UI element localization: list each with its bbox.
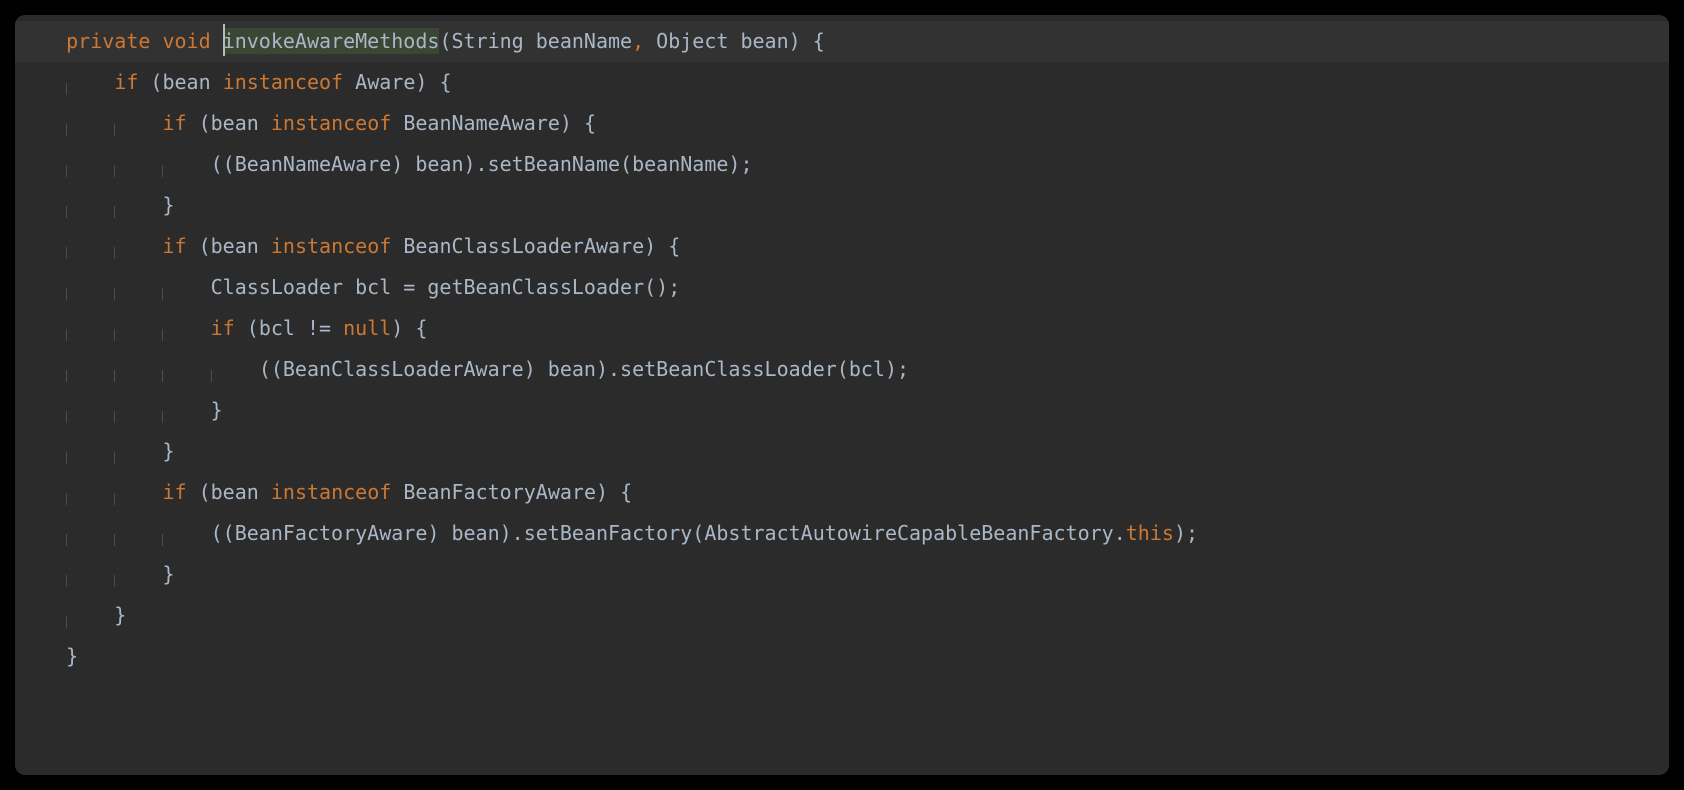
code-line[interactable]: if (bean instanceof BeanFactoryAware) { [15, 472, 1669, 513]
code-line[interactable]: if (bean instanceof BeanClassLoaderAware… [15, 226, 1669, 267]
close-brace: } [114, 603, 126, 627]
code-line[interactable]: if (bean instanceof BeanNameAware) { [15, 103, 1669, 144]
keyword-if: if [114, 70, 138, 94]
keyword-if: if [162, 480, 186, 504]
keyword-instanceof: instanceof [271, 480, 391, 504]
code-text: ) { [596, 480, 632, 504]
type-name: Aware [355, 70, 415, 94]
close-brace: } [66, 644, 78, 668]
code-line[interactable]: ((BeanClassLoaderAware) bean).setBeanCla… [15, 349, 1669, 390]
keyword-this: this [1126, 521, 1174, 545]
keyword-if: if [162, 234, 186, 258]
code-line[interactable]: } [15, 431, 1669, 472]
code-text: (bean [187, 234, 271, 258]
code-line[interactable]: } [15, 636, 1669, 677]
comma: , [632, 29, 644, 53]
code-editor[interactable]: private void invokeAwareMethods(String b… [15, 15, 1669, 775]
code-line[interactable]: ClassLoader bcl = getBeanClassLoader(); [15, 267, 1669, 308]
signature-end: Object bean) { [644, 29, 825, 53]
close-brace: } [211, 398, 223, 422]
type-name: BeanFactoryAware [403, 480, 596, 504]
code-text: ) { [415, 70, 451, 94]
keyword-if: if [211, 316, 235, 340]
keyword-instanceof: instanceof [271, 234, 391, 258]
type-name: BeanNameAware [403, 111, 560, 135]
code-text: (bcl != [235, 316, 343, 340]
code-text: ClassLoader bcl = getBeanClassLoader(); [211, 275, 681, 299]
method-name-highlight: invokeAwareMethods [223, 28, 440, 54]
code-text: ((BeanNameAware) bean).setBeanName(beanN… [211, 152, 753, 176]
keyword-null: null [343, 316, 391, 340]
code-line[interactable]: } [15, 595, 1669, 636]
keyword-if: if [162, 111, 186, 135]
code-text: (bean [187, 480, 271, 504]
keyword-private: private [66, 29, 150, 53]
code-text: (bean [138, 70, 222, 94]
code-line[interactable]: } [15, 390, 1669, 431]
close-brace: } [162, 562, 174, 586]
code-text: ((BeanClassLoaderAware) bean).setBeanCla… [259, 357, 909, 381]
code-line[interactable]: private void invokeAwareMethods(String b… [15, 21, 1669, 62]
code-line[interactable]: ((BeanFactoryAware) bean).setBeanFactory… [15, 513, 1669, 554]
code-text: ((BeanFactoryAware) bean).setBeanFactory… [211, 521, 1126, 545]
code-text: ) { [391, 316, 427, 340]
code-line[interactable]: } [15, 185, 1669, 226]
code-line[interactable]: if (bean instanceof Aware) { [15, 62, 1669, 103]
code-text: (bean [187, 111, 271, 135]
keyword-instanceof: instanceof [271, 111, 391, 135]
close-brace: } [162, 193, 174, 217]
code-text: ); [1174, 521, 1198, 545]
code-line[interactable]: } [15, 554, 1669, 595]
keyword-void: void [162, 29, 210, 53]
code-line[interactable]: if (bcl != null) { [15, 308, 1669, 349]
keyword-instanceof: instanceof [223, 70, 343, 94]
code-text: ) { [644, 234, 680, 258]
code-line[interactable]: ((BeanNameAware) bean).setBeanName(beanN… [15, 144, 1669, 185]
code-text: ) { [560, 111, 596, 135]
close-brace: } [162, 439, 174, 463]
signature-start: (String beanName [439, 29, 632, 53]
type-name: BeanClassLoaderAware [403, 234, 644, 258]
text-cursor [223, 24, 225, 56]
